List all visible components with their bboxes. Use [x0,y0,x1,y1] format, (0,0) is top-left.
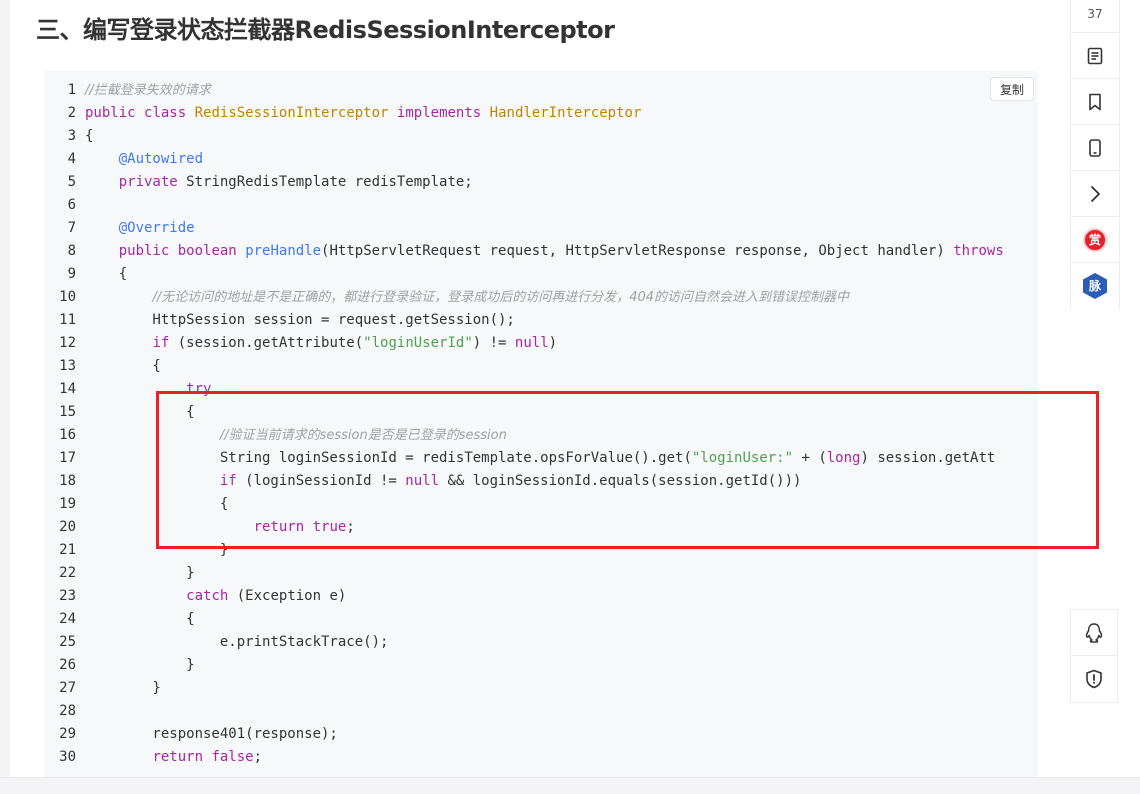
page-left-margin [0,0,10,793]
right-toolbar: 37 赏 脉 [1070,0,1120,309]
reward-icon: 赏 [1083,227,1107,252]
line-number: 17 [59,450,76,466]
toolbar-report[interactable] [1071,656,1117,702]
code-line: return true; [253,519,355,535]
contact-icon: 脉 [1083,273,1107,299]
code-line: } [85,680,161,696]
code-line: { [85,611,195,627]
code-line: response401(response); [85,726,338,742]
code-line: String loginSessionId = redisTemplate.op… [85,450,996,466]
code-line: } [85,565,195,581]
code-line: if (session.getAttribute("loginUserId") … [152,335,558,351]
code-line: try [186,381,212,397]
copy-code-button[interactable]: 复制 [990,77,1034,101]
toolbar-qq[interactable] [1071,610,1117,656]
code-line: { [85,128,94,144]
line-number: 19 [59,496,76,512]
code-line: e.printStackTrace(); [85,634,389,650]
line-number: 2 [67,105,76,121]
code-line: //拦截登录失效的请求 [85,83,211,98]
code-line: } [85,657,195,673]
code-block: 1 2 3 4 5 6 7 8 9 10 11 12 13 14 15 16 17 18 19 20 21 22 23 24 2… [44,71,1038,777]
mobile-icon [1089,138,1101,157]
code-line: { [85,358,161,374]
line-number: 8 [67,243,76,259]
code-line: @Override [118,220,195,236]
line-number: 12 [59,335,76,351]
line-number: 28 [59,703,76,719]
code-line: catch (Exception e) [186,588,347,604]
line-number: 24 [59,611,76,627]
line-number: 16 [59,427,76,443]
chevron-right-icon [1091,185,1100,202]
code-line: if (loginSessionId != null && loginSessi… [219,473,802,489]
code-line: //验证当前请求的session是否是已登录的session [219,428,507,443]
line-number: 15 [59,404,76,420]
line-number: 13 [59,358,76,374]
code-line: public boolean preHandle(HttpServletRequ… [118,243,1004,259]
toolbar-mobile[interactable] [1071,125,1119,171]
toolbar-contact[interactable]: 脉 [1071,263,1119,309]
toolbar-reward[interactable]: 赏 [1071,217,1119,263]
line-number: 26 [59,657,76,673]
code-line: //无论访问的地址是不是正确的，都进行登录验证，登录成功后的访问再进行分发，40… [152,290,850,305]
line-number: 11 [59,312,76,328]
code-line: { [85,266,128,282]
toolbar-expand[interactable] [1071,171,1119,217]
qq-icon [1085,622,1103,643]
code-content: //拦截登录失效的请求 public class RedisSessionInte… [85,79,1038,769]
document-icon [1087,47,1103,64]
line-number: 10 [59,289,76,305]
line-number: 22 [59,565,76,581]
code-line: private StringRedisTemplate redisTemplat… [118,174,473,190]
line-number-gutter: 1 2 3 4 5 6 7 8 9 10 11 12 13 14 15 16 17 18 19 20 21 22 23 24 2… [44,79,76,769]
line-number: 25 [59,634,76,650]
line-number: 18 [59,473,76,489]
page-footer-strip [0,777,1140,794]
code-line: public class RedisSessionInterceptor imp… [85,105,642,121]
line-number: 21 [59,542,76,558]
line-number: 4 [67,151,76,167]
code-line: @Autowired [118,151,204,167]
code-line: return false; [152,749,263,765]
line-number: 20 [59,519,76,535]
code-line: { [85,496,229,512]
line-number: 6 [67,197,76,213]
code-line: } [85,542,229,558]
toolbar-document[interactable] [1071,33,1119,79]
report-icon [1086,669,1102,689]
line-number: 7 [67,220,76,236]
line-number: 14 [59,381,76,397]
line-number: 30 [59,749,76,765]
comment-count[interactable]: 37 [1071,0,1119,33]
code-line: HttpSession session = request.getSession… [85,312,515,328]
line-number: 3 [67,128,76,144]
line-number: 9 [67,266,76,282]
comment-count-value: 37 [1087,7,1103,21]
toolbar-bookmark[interactable] [1071,79,1119,125]
line-number: 5 [67,174,76,190]
line-number: 27 [59,680,76,696]
article-heading: 三、编写登录状态拦截器RedisSessionInterceptor [36,16,615,44]
code-line: { [85,404,195,420]
right-toolbar-bottom [1070,609,1118,703]
line-number: 23 [59,588,76,604]
line-number: 1 [67,82,76,98]
line-number: 29 [59,726,76,742]
bookmark-icon [1089,93,1101,110]
